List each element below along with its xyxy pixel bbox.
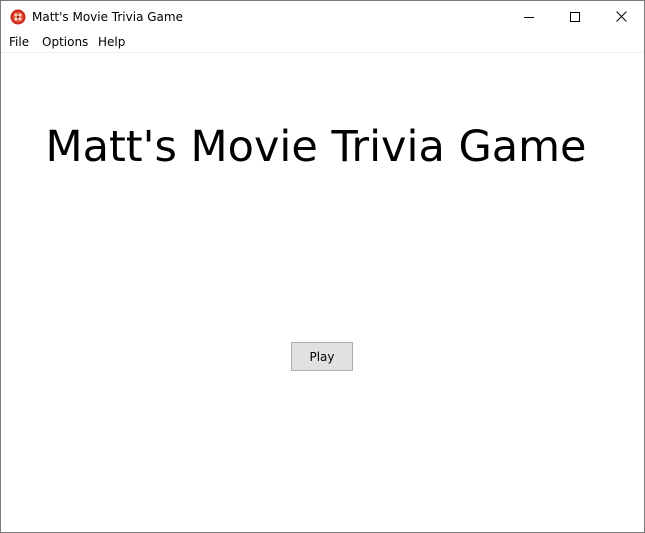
minimize-icon [524, 12, 534, 22]
menu-options[interactable]: Options [42, 34, 88, 50]
close-button[interactable] [598, 1, 644, 32]
title-bar[interactable]: Matt's Movie Trivia Game [1, 1, 644, 32]
menu-help[interactable]: Help [98, 34, 125, 50]
maximize-icon [570, 11, 580, 22]
main-content: Matt's Movie Trivia Game Play [1, 53, 644, 532]
play-button[interactable]: Play [291, 342, 353, 371]
minimize-button[interactable] [506, 1, 552, 32]
window-title: Matt's Movie Trivia Game [32, 10, 183, 24]
menu-bar: File Options Help [1, 32, 644, 53]
maximize-button[interactable] [552, 1, 598, 32]
menu-file[interactable]: File [9, 34, 29, 50]
movie-reel-icon [10, 9, 26, 25]
app-window: Matt's Movie Trivia Game File Options He… [0, 0, 645, 533]
game-title-heading: Matt's Movie Trivia Game [45, 122, 587, 172]
close-icon [615, 11, 627, 22]
